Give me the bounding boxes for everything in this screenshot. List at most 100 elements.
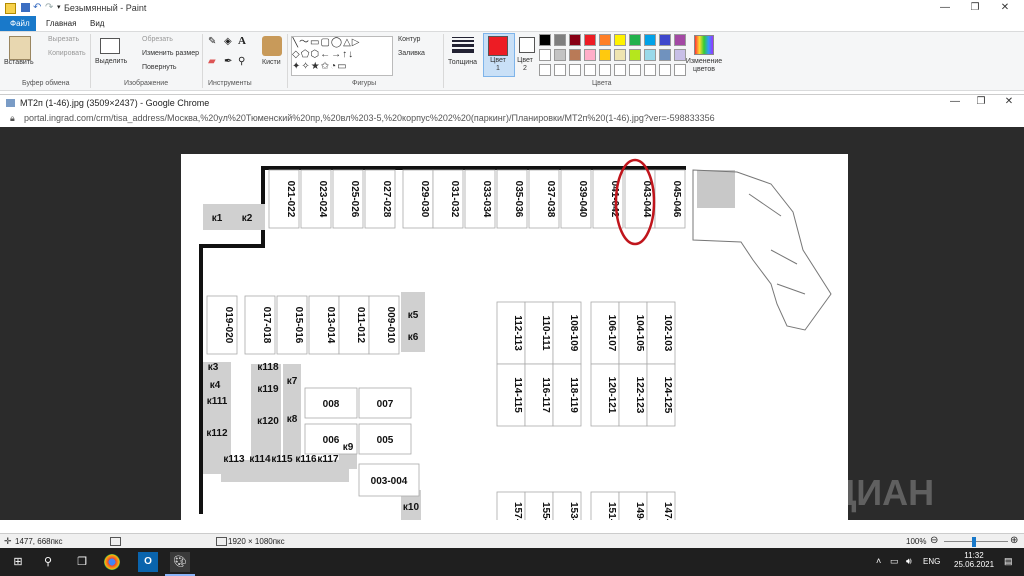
paint-app-icon bbox=[5, 3, 16, 14]
chrome-maximize-button[interactable]: ❐ bbox=[966, 95, 996, 109]
palette-swatch[interactable] bbox=[554, 49, 566, 61]
undo-icon[interactable]: ↶ bbox=[33, 3, 42, 13]
outlook-icon[interactable]: O bbox=[138, 552, 158, 572]
tab-file[interactable]: Файл bbox=[0, 16, 36, 31]
palette-swatch[interactable] bbox=[539, 49, 551, 61]
save-icon[interactable] bbox=[21, 3, 30, 12]
rotate-button[interactable]: Повернуть bbox=[142, 64, 177, 71]
palette-swatch[interactable] bbox=[629, 49, 641, 61]
network-icon[interactable]: ▭ bbox=[890, 556, 899, 567]
palette-swatch-empty[interactable] bbox=[644, 64, 656, 76]
palette-swatch-empty[interactable] bbox=[584, 64, 596, 76]
lock-icon[interactable]: 🔒︎ bbox=[10, 113, 15, 124]
size-button[interactable]: Толщина bbox=[448, 59, 477, 66]
text-icon[interactable]: A bbox=[238, 35, 246, 47]
palette-swatch[interactable] bbox=[674, 34, 686, 46]
chrome-close-button[interactable]: ✕ bbox=[994, 95, 1024, 109]
canvas-size: 1920 × 1080пкс bbox=[228, 537, 285, 546]
color-picker-icon[interactable]: ✒ bbox=[224, 56, 232, 67]
storage-area bbox=[401, 292, 425, 352]
zoom-slider[interactable] bbox=[944, 541, 1008, 542]
storage-к2: к2 bbox=[242, 213, 253, 224]
magnifier-icon[interactable]: ⚲ bbox=[238, 56, 245, 67]
palette-swatch-empty[interactable] bbox=[554, 64, 566, 76]
palette-swatch[interactable] bbox=[629, 34, 641, 46]
palette-swatch-empty[interactable] bbox=[599, 64, 611, 76]
crop-button[interactable]: Обрезать bbox=[142, 36, 173, 43]
parking-spot-017-018: 017-018 bbox=[261, 307, 272, 344]
close-button[interactable]: ✕ bbox=[990, 0, 1020, 16]
maximize-button[interactable]: ❐ bbox=[960, 0, 990, 16]
palette-swatch[interactable] bbox=[599, 34, 611, 46]
cut-button[interactable]: Вырезать bbox=[48, 36, 79, 43]
size-icon[interactable] bbox=[452, 37, 474, 53]
parking-spot-157-: 157- bbox=[512, 502, 523, 520]
palette-swatch[interactable] bbox=[569, 34, 581, 46]
paint-taskbar-icon[interactable]: 🎨︎ bbox=[170, 552, 190, 572]
palette-swatch[interactable] bbox=[584, 49, 596, 61]
taskbar-clock[interactable]: 11:32 25.06.2021 bbox=[954, 551, 994, 569]
storage-к118: к118 bbox=[257, 362, 279, 373]
windows-start-icon[interactable]: ⊞ bbox=[8, 552, 28, 572]
palette-swatch[interactable] bbox=[599, 49, 611, 61]
color2-swatch[interactable] bbox=[519, 37, 535, 53]
paste-icon[interactable] bbox=[9, 36, 31, 60]
palette-swatch-empty[interactable] bbox=[614, 64, 626, 76]
shapes-gallery[interactable]: ╲〜▭▢◯△▷ ◇⬠⬡←→↑↓ ✦✧★✩◔▭ bbox=[291, 36, 393, 76]
edit-colors-icon[interactable] bbox=[694, 35, 714, 55]
palette-swatch[interactable] bbox=[584, 34, 596, 46]
zoom-out-button[interactable]: ⊖ bbox=[930, 535, 938, 546]
address-bar[interactable]: 🔒︎ portal.ingrad.com/crm/tisa_address/Мо… bbox=[0, 110, 1024, 128]
fill-dropdown[interactable]: Заливка bbox=[398, 50, 425, 57]
minimize-button[interactable]: — bbox=[930, 0, 960, 16]
brushes-icon[interactable] bbox=[262, 36, 282, 56]
edit-colors-button[interactable]: Изменение цветов bbox=[684, 58, 724, 74]
outline-dropdown[interactable]: Контур bbox=[398, 36, 420, 43]
url-text[interactable]: portal.ingrad.com/crm/tisa_address/Москв… bbox=[24, 113, 715, 123]
parking-spot-045-046: 045-046 bbox=[671, 181, 682, 218]
paint-window-title: Безымянный - Paint bbox=[64, 3, 147, 13]
palette-swatch-empty[interactable] bbox=[539, 64, 551, 76]
colors-group-label: Цвета bbox=[592, 80, 612, 87]
notifications-icon[interactable]: ▤ bbox=[1004, 556, 1013, 567]
search-icon[interactable]: ⚲ bbox=[38, 552, 58, 572]
palette-swatch-empty[interactable] bbox=[629, 64, 641, 76]
palette-swatch[interactable] bbox=[659, 34, 671, 46]
palette-swatch[interactable] bbox=[659, 49, 671, 61]
cursor-position: 1477, 668пкс bbox=[15, 537, 63, 546]
language-indicator[interactable]: ENG bbox=[923, 557, 940, 566]
fill-icon[interactable]: ◈ bbox=[224, 36, 232, 47]
palette-swatch[interactable] bbox=[569, 49, 581, 61]
tab-view[interactable]: Вид bbox=[82, 16, 112, 31]
task-view-icon[interactable]: ❐ bbox=[72, 552, 92, 572]
pencil-icon[interactable]: ✎ bbox=[208, 36, 216, 47]
redo-icon[interactable]: ↷ bbox=[45, 3, 54, 13]
tab-home[interactable]: Главная bbox=[38, 16, 84, 31]
parking-spot-011-012: 011-012 bbox=[355, 307, 366, 344]
copy-button[interactable]: Копировать bbox=[48, 50, 86, 57]
resize-button[interactable]: Изменить размер bbox=[142, 50, 199, 57]
storage-к120: к120 bbox=[257, 416, 279, 427]
palette-swatch-empty[interactable] bbox=[569, 64, 581, 76]
volume-icon[interactable]: 🔊︎ bbox=[906, 556, 912, 567]
eraser-icon[interactable]: ▰ bbox=[208, 56, 216, 67]
storage-к6: к6 bbox=[408, 332, 419, 343]
palette-swatch[interactable] bbox=[614, 34, 626, 46]
palette-swatch[interactable] bbox=[644, 49, 656, 61]
palette-swatch[interactable] bbox=[539, 34, 551, 46]
storage-к112: к112 bbox=[206, 428, 228, 439]
paste-button[interactable]: Вставить bbox=[4, 59, 34, 66]
palette-swatch[interactable] bbox=[614, 49, 626, 61]
brushes-button[interactable]: Кисти bbox=[262, 59, 281, 66]
clipboard-group-label: Буфер обмена bbox=[22, 80, 70, 87]
palette-swatch[interactable] bbox=[554, 34, 566, 46]
parking-spot-029-030: 029-030 bbox=[419, 181, 430, 218]
chrome-icon[interactable] bbox=[104, 554, 120, 570]
zoom-slider-thumb[interactable] bbox=[972, 537, 976, 547]
palette-swatch[interactable] bbox=[644, 34, 656, 46]
select-icon[interactable] bbox=[100, 38, 120, 54]
select-button[interactable]: Выделить bbox=[95, 58, 127, 65]
tray-chevron-icon[interactable]: ˄ bbox=[876, 556, 881, 566]
zoom-in-button[interactable]: ⊕ bbox=[1010, 535, 1018, 546]
palette-swatch-empty[interactable] bbox=[659, 64, 671, 76]
